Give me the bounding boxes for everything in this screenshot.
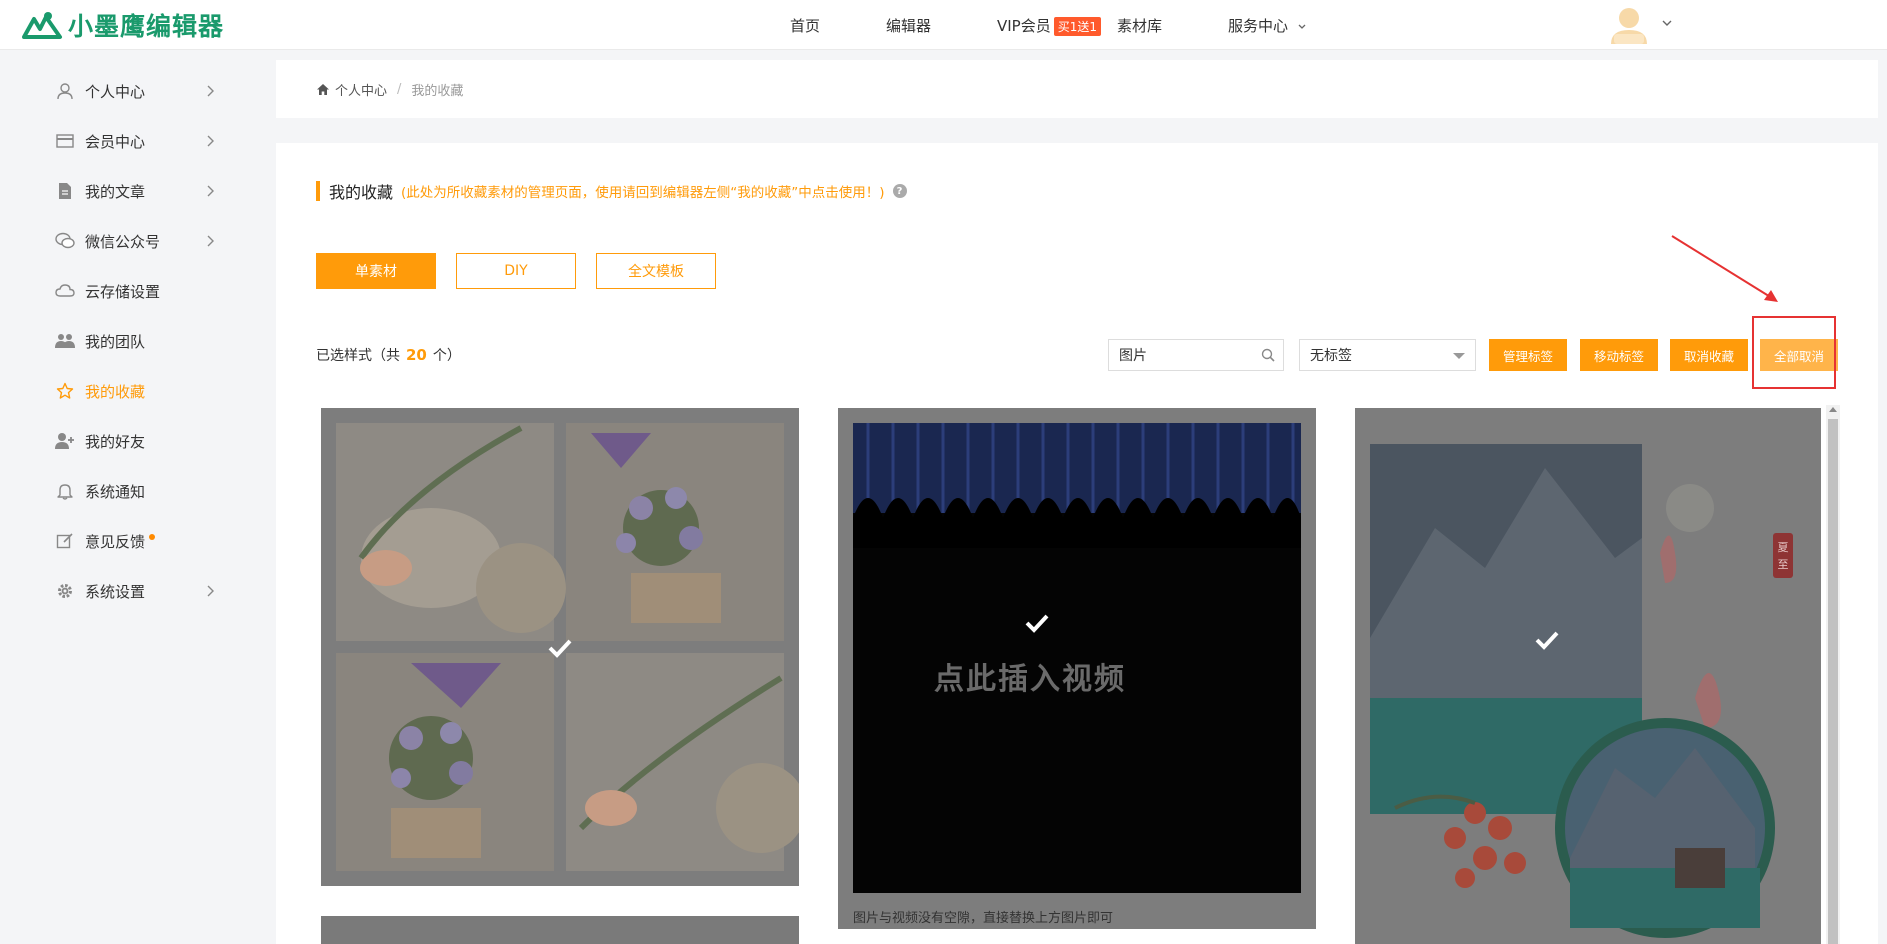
star-icon <box>55 381 75 401</box>
chevron-right-icon <box>207 185 214 197</box>
caret-down-icon <box>1453 353 1465 359</box>
gear-icon <box>55 581 75 601</box>
sidebar-item-label: 会员中心 <box>85 132 146 151</box>
sidebar-item-member-center[interactable]: 会员中心 <box>55 129 215 153</box>
selected-count-prefix: 已选样式（共 <box>316 348 400 364</box>
manage-tags-button[interactable]: 管理标签 <box>1489 339 1567 371</box>
cancel-favorite-button[interactable]: 取消收藏 <box>1670 339 1748 371</box>
check-icon <box>1025 614 1049 633</box>
check-icon <box>1535 631 1559 650</box>
nav-vip[interactable]: VIP会员 买1送1 <box>997 15 1102 36</box>
nav-service-label: 服务中心 <box>1228 17 1289 35</box>
sidebar-item-cloud-storage[interactable]: 云存储设置 <box>55 279 215 303</box>
sidebar-item-personal-center[interactable]: 个人中心 <box>55 79 215 103</box>
selected-count: 已选样式（共 20 个） <box>316 345 461 365</box>
selected-count-number: 20 <box>406 346 427 364</box>
chevron-down-icon[interactable] <box>1660 16 1674 30</box>
favorite-item-video[interactable]: 点此插入视频 图片与视频没有空隙，直接替换上方图片即可 <box>838 408 1316 929</box>
sidebar-item-my-friends[interactable]: 我的好友 <box>55 429 215 453</box>
favorite-item-landscape[interactable]: 夏 至 <box>1355 408 1821 944</box>
notification-dot <box>149 534 156 540</box>
sidebar-item-label: 微信公众号 <box>85 232 161 251</box>
edit-icon <box>55 531 75 551</box>
favorite-item-next[interactable] <box>321 916 799 944</box>
sidebar-item-label: 系统通知 <box>85 482 146 501</box>
favorites-panel: 我的收藏 (此处为所收藏素材的管理页面，使用请回到编辑器左侧“我的收藏”中点击使… <box>276 143 1878 944</box>
scrollbar-thumb[interactable] <box>1828 419 1838 944</box>
search-box <box>1108 339 1284 371</box>
breadcrumb-root[interactable]: 个人中心 <box>335 80 387 99</box>
search-input[interactable] <box>1119 347 1259 363</box>
sidebar-item-system-notice[interactable]: 系统通知 <box>55 479 215 503</box>
sidebar-item-label: 云存储设置 <box>85 282 161 301</box>
section-header: 我的收藏 (此处为所收藏素材的管理页面，使用请回到编辑器左侧“我的收藏”中点击使… <box>316 181 907 202</box>
chevron-down-icon <box>1298 24 1306 29</box>
user-avatar-icon[interactable] <box>1608 4 1650 46</box>
chevron-right-icon <box>207 585 214 597</box>
main-nav: 首页 编辑器 VIP会员 买1送1 素材库 服务中心 <box>0 0 1887 50</box>
nav-editor[interactable]: 编辑器 <box>886 15 931 36</box>
card-icon <box>55 131 75 151</box>
section-title: 我的收藏 <box>329 183 394 202</box>
home-icon <box>317 84 329 95</box>
nav-vip-label: VIP会员 <box>997 17 1051 35</box>
sidebar-item-label: 我的收藏 <box>85 382 146 401</box>
chevron-right-icon <box>207 85 214 97</box>
chevron-right-icon <box>207 135 214 147</box>
sidebar-item-label: 系统设置 <box>85 582 146 601</box>
sidebar-item-label: 意见反馈 <box>85 532 146 551</box>
user-icon <box>55 81 75 101</box>
tag-select-value: 无标签 <box>1310 348 1352 364</box>
section-hint: (此处为所收藏素材的管理页面，使用请回到编辑器左侧“我的收藏”中点击使用！) <box>401 185 885 201</box>
breadcrumb-current: 我的收藏 <box>411 84 464 99</box>
breadcrumb: 个人中心 / 我的收藏 <box>316 80 463 99</box>
sidebar-item-label: 我的文章 <box>85 182 146 201</box>
sidebar-item-label: 我的团队 <box>85 332 146 351</box>
annotation-arrow-icon <box>1671 235 1778 302</box>
video-caption: 图片与视频没有空隙，直接替换上方图片即可 <box>853 911 1114 926</box>
tab-diy[interactable]: DIY <box>456 253 576 289</box>
sidebar-item-wechat[interactable]: 微信公众号 <box>55 229 215 253</box>
sidebar-item-label: 我的好友 <box>85 432 146 451</box>
breadcrumb-separator: / <box>397 82 402 97</box>
breadcrumb-card: 个人中心 / 我的收藏 <box>276 60 1878 118</box>
top-navbar: 小墨鹰编辑器 首页 编辑器 VIP会员 买1送1 素材库 服务中心 <box>0 0 1887 50</box>
sidebar-item-feedback[interactable]: 意见反馈 <box>55 529 215 553</box>
sidebar-item-label: 个人中心 <box>85 82 146 101</box>
insert-video-text: 点此插入视频 <box>934 662 1126 697</box>
highlight-box <box>1752 316 1836 389</box>
sidebar-item-my-team[interactable]: 我的团队 <box>55 329 215 353</box>
title-accent-bar <box>316 181 320 201</box>
nav-materials[interactable]: 素材库 <box>1117 15 1162 36</box>
chevron-right-icon <box>207 235 214 247</box>
landscape-preview: 夏 至 <box>1355 408 1821 944</box>
tab-full-template[interactable]: 全文模板 <box>596 253 716 289</box>
search-icon[interactable] <box>1261 348 1275 362</box>
stamp-text-bottom: 至 <box>1778 558 1789 571</box>
tab-single-material[interactable]: 单素材 <box>316 253 436 289</box>
vip-promo-badge: 买1送1 <box>1053 17 1102 36</box>
chat-icon <box>55 231 75 251</box>
sidebar-item-my-favorites[interactable]: 我的收藏 <box>55 379 215 403</box>
check-icon <box>548 639 572 658</box>
tag-select[interactable]: 无标签 <box>1299 339 1476 371</box>
sidebar: 个人中心 会员中心 我的文章 微信公众号 云存储设置 我的团队 我的收藏 我的好… <box>0 51 262 944</box>
document-icon <box>55 181 75 201</box>
scroll-up-arrow-icon[interactable] <box>1829 407 1837 412</box>
add-friend-icon <box>55 431 75 451</box>
stamp-text-top: 夏 <box>1778 541 1789 554</box>
team-icon <box>55 331 75 351</box>
sidebar-item-my-articles[interactable]: 我的文章 <box>55 179 215 203</box>
sidebar-item-system-settings[interactable]: 系统设置 <box>55 579 215 603</box>
cloud-icon <box>55 281 75 301</box>
favorite-item-image-grid[interactable] <box>321 408 799 886</box>
nav-service[interactable]: 服务中心 <box>1228 15 1307 36</box>
bell-icon <box>55 481 75 501</box>
nav-home[interactable]: 首页 <box>790 15 820 36</box>
selected-count-suffix: 个） <box>432 348 461 364</box>
move-tags-button[interactable]: 移动标签 <box>1580 339 1658 371</box>
help-icon[interactable]: ? <box>892 184 907 198</box>
